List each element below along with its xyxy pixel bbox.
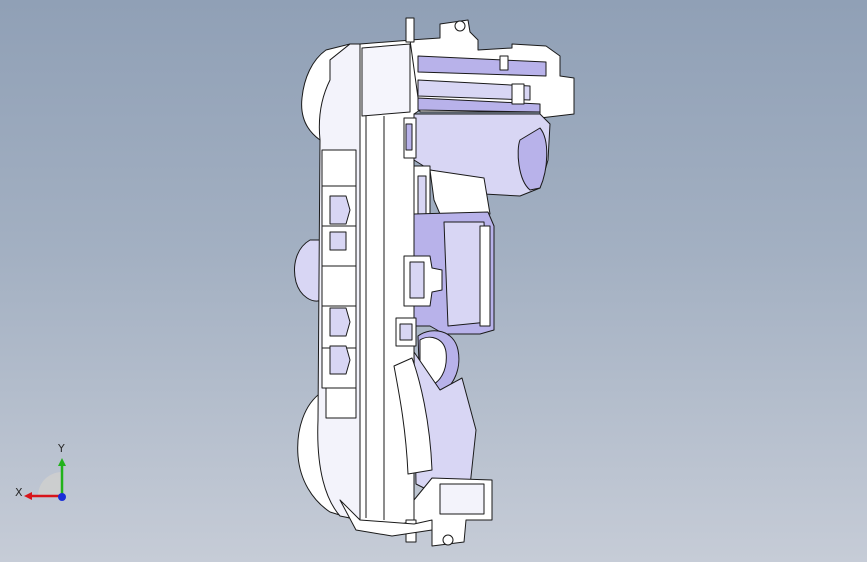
axis-triad: X Y bbox=[15, 442, 66, 501]
x-axis-label: X bbox=[15, 486, 23, 499]
x-axis-arrow-icon bbox=[24, 492, 32, 500]
y-axis-arrow-icon bbox=[58, 458, 66, 466]
z-axis-dot-icon bbox=[58, 493, 66, 501]
cad-graphics-viewport[interactable]: X Y bbox=[0, 0, 867, 562]
triad-shaded-sector bbox=[38, 472, 62, 496]
assembly-model[interactable] bbox=[0, 0, 867, 562]
left-housing-mid-lobe bbox=[294, 239, 323, 302]
top-post bbox=[405, 17, 415, 43]
y-axis-label: Y bbox=[57, 442, 65, 455]
left-clip-column bbox=[321, 149, 357, 419]
main-body-face bbox=[361, 43, 411, 117]
